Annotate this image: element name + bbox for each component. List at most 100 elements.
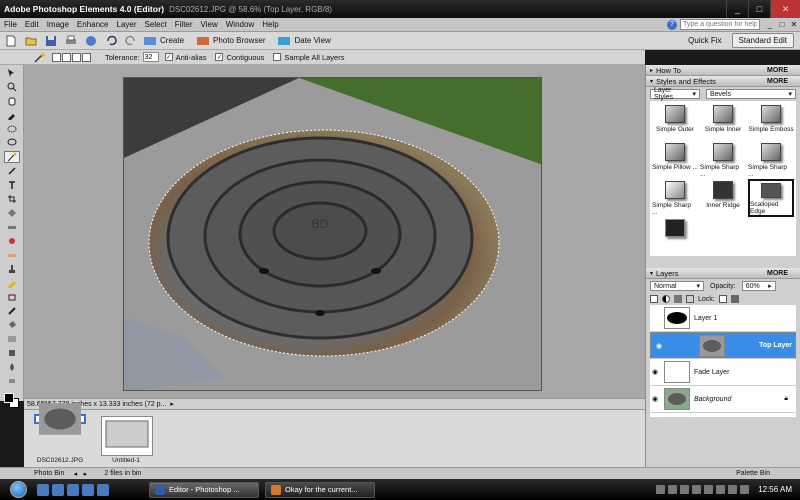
- menu-edit[interactable]: Edit: [21, 20, 43, 29]
- palette-bin-toggle[interactable]: Palette Bin: [736, 470, 770, 477]
- gradient-tool[interactable]: [4, 333, 20, 345]
- new-file-button[interactable]: [3, 34, 19, 48]
- taskbar-item[interactable]: Editor - Photoshop ...: [149, 481, 259, 498]
- menu-file[interactable]: File: [0, 20, 21, 29]
- clock[interactable]: 12:56 AM: [758, 485, 792, 494]
- tray-icon[interactable]: [704, 485, 714, 494]
- canvas-area[interactable]: BD: [24, 65, 645, 401]
- lock-all-icon[interactable]: [730, 295, 739, 303]
- photo-bin-toggle[interactable]: Photo Bin: [34, 470, 64, 477]
- style-item[interactable]: Simple Sharp ...: [700, 141, 746, 179]
- doc-close-button[interactable]: ✕: [788, 20, 800, 29]
- layers-header[interactable]: ▾ Layers MORE: [646, 268, 800, 279]
- magic-wand-tool[interactable]: [4, 151, 20, 163]
- quick-launch-icon[interactable]: [52, 483, 64, 496]
- lasso-tool[interactable]: [4, 137, 20, 149]
- zoom-tool[interactable]: [4, 81, 20, 93]
- foreground-color-swatch[interactable]: [4, 393, 14, 403]
- type-tool[interactable]: [4, 179, 20, 191]
- hand-tool[interactable]: [4, 95, 20, 107]
- add-selection-button[interactable]: [62, 52, 71, 62]
- blend-mode-select[interactable]: Normal ▾: [650, 281, 704, 291]
- undo-button[interactable]: [103, 34, 119, 48]
- tray-icon[interactable]: [740, 485, 750, 494]
- tray-icon[interactable]: [668, 485, 678, 494]
- open-button[interactable]: [23, 34, 39, 48]
- tolerance-input[interactable]: [142, 52, 159, 62]
- maximize-button[interactable]: □: [748, 0, 770, 18]
- blur-tool[interactable]: [4, 361, 20, 373]
- style-item[interactable]: Simple Pillow ...: [652, 141, 698, 179]
- menu-view[interactable]: View: [197, 20, 222, 29]
- save-button[interactable]: [43, 34, 59, 48]
- style-item[interactable]: Simple Emboss: [748, 103, 794, 141]
- help-search-input[interactable]: [680, 19, 760, 30]
- straighten-tool[interactable]: [4, 221, 20, 233]
- style-item[interactable]: Simple Sharp ...: [652, 179, 698, 217]
- move-tool[interactable]: [4, 67, 20, 79]
- style-category-select[interactable]: Layer Styles ▾: [650, 87, 700, 101]
- close-button[interactable]: ✕: [770, 0, 800, 18]
- contiguous-checkbox[interactable]: ✓: [215, 53, 224, 61]
- color-swatches[interactable]: [4, 393, 20, 409]
- tray-icon[interactable]: [728, 485, 738, 494]
- style-type-select[interactable]: Bevels ▾: [706, 89, 796, 99]
- new-selection-button[interactable]: [52, 52, 61, 62]
- date-view-button[interactable]: Date View: [277, 35, 331, 47]
- brush-tool[interactable]: [4, 305, 20, 317]
- tray-icon[interactable]: [716, 485, 726, 494]
- quick-launch-icon[interactable]: [82, 483, 94, 496]
- print-button[interactable]: [63, 34, 79, 48]
- styles-more-button[interactable]: MORE: [767, 78, 788, 85]
- doc-restore-button[interactable]: □: [776, 20, 788, 29]
- sample-all-layers-checkbox[interactable]: [273, 53, 282, 61]
- quick-fix-button[interactable]: Quick Fix: [682, 34, 727, 47]
- paint-bucket-tool[interactable]: [4, 319, 20, 331]
- create-button[interactable]: Create: [143, 35, 184, 47]
- style-item[interactable]: Simple Sharp ...: [748, 141, 794, 179]
- start-button[interactable]: [10, 481, 27, 498]
- eye-icon[interactable]: ◉: [654, 342, 664, 350]
- opacity-input[interactable]: 60% ▸: [741, 281, 776, 291]
- sponge-tool[interactable]: [4, 375, 20, 387]
- anti-alias-checkbox[interactable]: ✓: [164, 53, 173, 61]
- how-to-header[interactable]: ▸ How To MORE: [646, 65, 800, 76]
- layer-row-selected[interactable]: ◉ Top Layer: [650, 332, 796, 359]
- menu-image[interactable]: Image: [43, 20, 73, 29]
- quick-launch-icon[interactable]: [97, 483, 109, 496]
- layer-row[interactable]: ◉ Fade Layer: [650, 359, 796, 386]
- minimize-button[interactable]: _: [726, 0, 748, 18]
- menu-layer[interactable]: Layer: [113, 20, 141, 29]
- how-to-more-button[interactable]: MORE: [767, 67, 788, 74]
- crop-tool[interactable]: [4, 193, 20, 205]
- menu-filter[interactable]: Filter: [171, 20, 197, 29]
- lock-transparency-checkbox[interactable]: [718, 295, 727, 303]
- quick-launch-icon[interactable]: [67, 483, 79, 496]
- style-item[interactable]: [652, 217, 698, 255]
- photo-bin-thumb-1[interactable]: [34, 403, 86, 435]
- layers-more-button[interactable]: MORE: [767, 270, 788, 277]
- menu-window[interactable]: Window: [222, 20, 258, 29]
- healing-brush-tool[interactable]: [4, 249, 20, 261]
- layer-row[interactable]: ◉ Background 🔒︎: [650, 386, 796, 413]
- shape-tool[interactable]: [4, 347, 20, 359]
- eyedropper-tool[interactable]: [4, 109, 20, 121]
- eye-icon[interactable]: ◉: [650, 395, 660, 403]
- trash-icon[interactable]: [674, 295, 682, 303]
- style-item-selected[interactable]: Scalloped Edge: [748, 179, 794, 217]
- selection-brush-tool[interactable]: [4, 165, 20, 177]
- style-item[interactable]: Inner Ridge: [700, 179, 746, 217]
- tray-icon[interactable]: [692, 485, 702, 494]
- marquee-tool[interactable]: [4, 123, 20, 135]
- red-eye-tool[interactable]: [4, 235, 20, 247]
- style-item[interactable]: Simple Outer: [652, 103, 698, 141]
- redo-button[interactable]: [123, 34, 139, 48]
- status-menu-arrow[interactable]: ▸: [170, 400, 174, 408]
- clone-stamp-tool[interactable]: [4, 263, 20, 275]
- online-services-button[interactable]: [83, 34, 99, 48]
- cookie-cutter-tool[interactable]: [4, 207, 20, 219]
- styles-effects-header[interactable]: ▾ Styles and Effects MORE: [646, 76, 800, 87]
- adjustment-layer-icon[interactable]: [662, 295, 670, 303]
- subtract-selection-button[interactable]: [72, 52, 81, 62]
- menu-select[interactable]: Select: [141, 20, 171, 29]
